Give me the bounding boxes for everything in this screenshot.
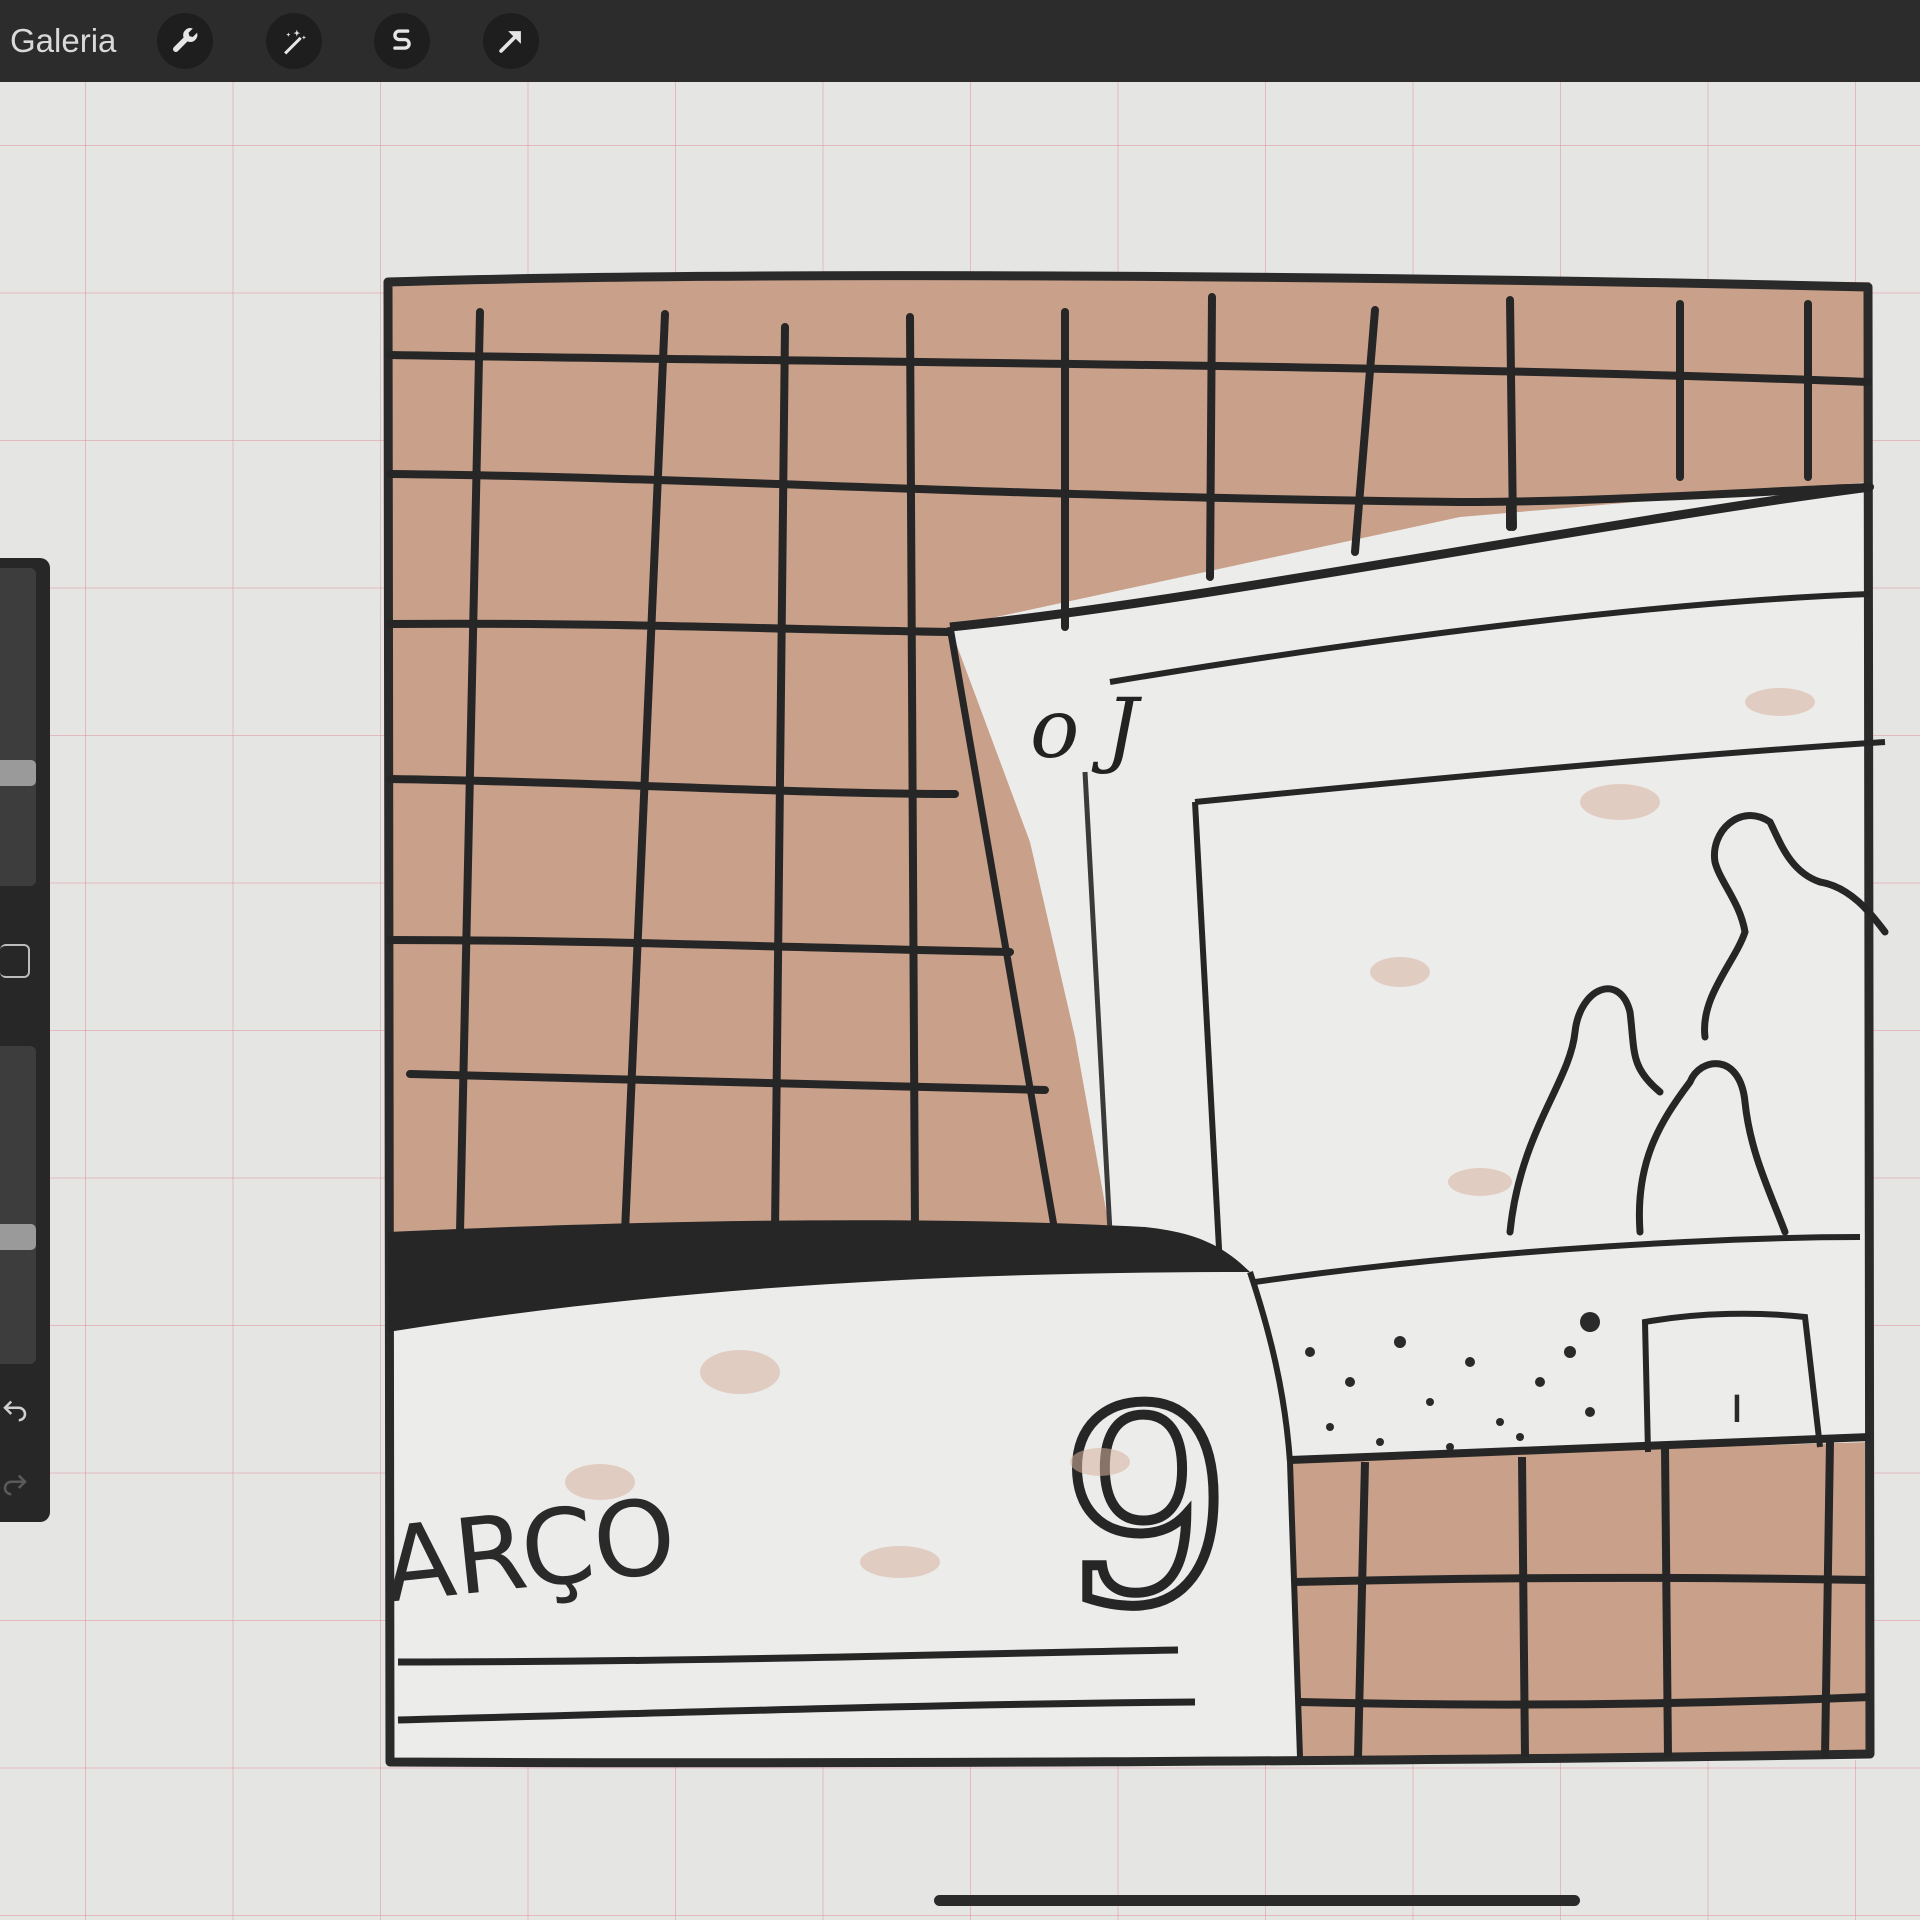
undo-button[interactable]: [0, 1394, 30, 1424]
opacity-thumb[interactable]: [0, 1224, 36, 1250]
redo-button[interactable]: [0, 1468, 30, 1498]
magic-wand-icon: [284, 29, 307, 55]
actions-button[interactable]: [157, 13, 213, 69]
selection-button[interactable]: [374, 13, 430, 69]
gallery-button[interactable]: Galeria: [10, 0, 116, 82]
adjustments-button[interactable]: [266, 13, 322, 69]
redo-icon: [3, 1474, 27, 1496]
modify-button[interactable]: [0, 944, 30, 978]
top-toolbar: Galeria: [0, 0, 1920, 82]
selection-s-icon: [393, 29, 411, 50]
svg-text:ı: ı: [1730, 1376, 1744, 1434]
home-indicator[interactable]: [934, 1895, 1580, 1906]
left-sidebar: [0, 558, 50, 1522]
brush-size-slider[interactable]: [0, 568, 36, 886]
opacity-slider[interactable]: [0, 1046, 36, 1364]
artwork-sketch: o J ARÇO 9 ı: [377, 271, 1889, 1768]
undo-icon: [3, 1400, 27, 1422]
wrench-icon: [173, 28, 198, 52]
drawing-canvas[interactable]: o J ARÇO 9 ı: [0, 82, 1920, 1920]
sketch-small-letters: o J: [1030, 682, 1142, 777]
sign-number: 9: [1060, 1351, 1232, 1666]
transform-arrow-icon: [499, 31, 521, 53]
tiled-counter-right: [1290, 1442, 1870, 1757]
brush-size-thumb[interactable]: [0, 760, 36, 786]
transform-button[interactable]: [483, 13, 539, 69]
